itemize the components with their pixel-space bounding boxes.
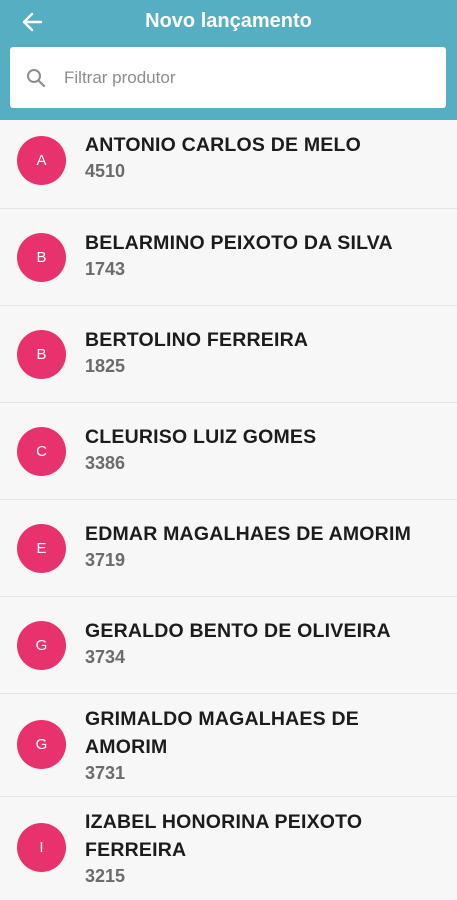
app-header: Novo lançamento bbox=[0, 0, 457, 120]
list-item[interactable]: A ANTONIO CARLOS DE MELO 4510 bbox=[0, 120, 457, 209]
avatar: G bbox=[17, 720, 66, 769]
producer-code: 3719 bbox=[85, 550, 126, 570]
avatar: I bbox=[17, 823, 66, 872]
search-bar[interactable] bbox=[10, 47, 446, 108]
producer-code: 3215 bbox=[85, 866, 126, 886]
search-input[interactable] bbox=[62, 66, 426, 89]
search-icon bbox=[24, 66, 48, 90]
producer-name: IZABEL HONORINA PEIXOTO FERREIRA bbox=[85, 811, 363, 861]
producer-name: EDMAR MAGALHAES DE AMORIM bbox=[85, 523, 412, 545]
avatar: C bbox=[17, 427, 66, 476]
producer-code: 3734 bbox=[85, 647, 126, 667]
producer-code: 3731 bbox=[85, 763, 126, 783]
avatar: B bbox=[17, 330, 66, 379]
producer-name: BERTOLINO FERREIRA bbox=[85, 329, 309, 351]
list-item[interactable]: G GRIMALDO MAGALHAES DE AMORIM 3731 bbox=[0, 694, 457, 797]
avatar: A bbox=[17, 136, 66, 185]
producer-code: 4510 bbox=[85, 161, 126, 181]
avatar: B bbox=[17, 233, 66, 282]
list-item[interactable]: C CLEURISO LUIZ GOMES 3386 bbox=[0, 403, 457, 500]
avatar: E bbox=[17, 524, 66, 573]
producer-name: BELARMINO PEIXOTO DA SILVA bbox=[85, 232, 393, 254]
list-item[interactable]: B BERTOLINO FERREIRA 1825 bbox=[0, 306, 457, 403]
producer-code: 3386 bbox=[85, 453, 126, 473]
producer-name: GERALDO BENTO DE OLIVEIRA bbox=[85, 620, 391, 642]
list-item[interactable]: I IZABEL HONORINA PEIXOTO FERREIRA 3215 bbox=[0, 797, 457, 900]
producer-code: 1743 bbox=[85, 259, 126, 279]
avatar: G bbox=[17, 621, 66, 670]
producer-name: ANTONIO CARLOS DE MELO bbox=[85, 134, 361, 156]
producer-code: 1825 bbox=[85, 356, 126, 376]
page-title: Novo lançamento bbox=[145, 10, 312, 32]
producer-name: GRIMALDO MAGALHAES DE AMORIM bbox=[85, 708, 359, 758]
list-item[interactable]: B BELARMINO PEIXOTO DA SILVA 1743 bbox=[0, 209, 457, 306]
list-item[interactable]: G GERALDO BENTO DE OLIVEIRA 3734 bbox=[0, 597, 457, 694]
producer-name: CLEURISO LUIZ GOMES bbox=[85, 426, 317, 448]
list-item[interactable]: E EDMAR MAGALHAES DE AMORIM 3719 bbox=[0, 500, 457, 597]
